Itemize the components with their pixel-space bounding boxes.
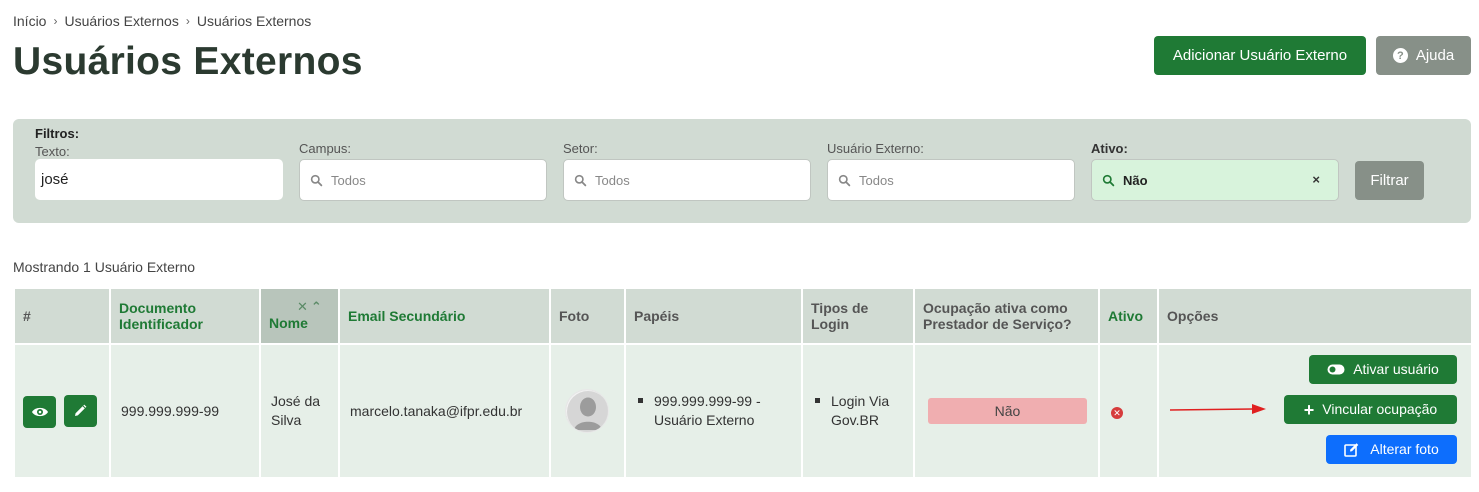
edit-square-icon	[1344, 443, 1359, 457]
remove-sort-icon[interactable]: ✕	[297, 299, 311, 314]
col-nome[interactable]: ✕⌃ Nome	[261, 289, 338, 343]
filters-panel: Filtros: Texto: josé Campus: Todos Setor…	[13, 119, 1471, 223]
chevron-up-icon[interactable]: ⌃	[311, 299, 325, 314]
filter-button[interactable]: Filtrar	[1355, 161, 1424, 200]
table-row: 999.999.999-99 José da Silva marcelo.tan…	[15, 345, 1471, 477]
setor-filter-label: Setor:	[563, 141, 598, 156]
breadcrumb: Início › Usuários Externos › Usuários Ex…	[13, 13, 311, 29]
add-external-user-button[interactable]: Adicionar Usuário Externo	[1154, 36, 1366, 75]
ativo-filter-value: Não	[1123, 172, 1148, 188]
link-occupation-button[interactable]: + Vincular ocupação	[1284, 395, 1457, 424]
avatar	[565, 389, 609, 433]
user-silhouette-icon	[566, 390, 608, 432]
col-nome-label: Nome	[269, 315, 308, 331]
chevron-right-icon: ›	[53, 14, 58, 28]
ativo-filter-label: Ativo:	[1091, 141, 1128, 156]
email-cell: marcelo.tanaka@ifpr.edu.br	[340, 345, 549, 477]
search-icon	[838, 174, 851, 186]
campus-filter-label: Campus:	[299, 141, 352, 156]
campus-filter-select[interactable]: Todos	[299, 159, 547, 201]
col-tipos-login: Tipos de Login	[803, 289, 913, 343]
results-count: Mostrando 1 Usuário Externo	[13, 259, 196, 275]
campus-filter-placeholder: Todos	[331, 172, 366, 188]
documento-cell: 999.999.999-99	[111, 345, 259, 477]
col-opcoes: Opções	[1159, 289, 1471, 343]
change-photo-button[interactable]: Alterar foto	[1326, 435, 1457, 464]
link-occupation-label: Vincular ocupação	[1322, 401, 1438, 417]
edit-button[interactable]	[63, 394, 97, 427]
breadcrumb-home-link[interactable]: Início	[13, 13, 46, 29]
external-users-table: # Documento Identificador ✕⌃ Nome Email …	[13, 287, 1473, 479]
col-ocupacao: Ocupação ativa como Prestador de Serviço…	[915, 289, 1098, 343]
x-circle-icon: ✕	[1111, 407, 1123, 419]
row-actions-cell	[15, 345, 109, 477]
page-title: Usuários Externos	[13, 40, 363, 83]
ativo-cell: ✕	[1100, 345, 1157, 477]
usuario-externo-filter-select[interactable]: Todos	[827, 159, 1075, 201]
col-ativo[interactable]: Ativo	[1100, 289, 1157, 343]
col-documento[interactable]: Documento Identificador	[111, 289, 259, 343]
sort-controls[interactable]: ✕⌃	[297, 299, 325, 315]
activate-user-label: Ativar usuário	[1353, 361, 1439, 377]
help-button[interactable]: ? Ajuda	[1376, 36, 1471, 75]
col-email[interactable]: Email Secundário	[340, 289, 549, 343]
list-item: Login Via Gov.BR	[813, 392, 903, 430]
foto-cell	[551, 345, 624, 477]
usuario-externo-filter-label: Usuário Externo:	[827, 141, 924, 156]
usuario-externo-filter-placeholder: Todos	[859, 172, 894, 188]
search-icon	[310, 174, 323, 186]
setor-filter-select[interactable]: Todos	[563, 159, 811, 201]
setor-filter-placeholder: Todos	[595, 172, 630, 188]
tipos-login-cell: Login Via Gov.BR	[803, 345, 913, 477]
question-circle-icon: ?	[1392, 48, 1408, 63]
texto-filter-input[interactable]: josé	[35, 159, 283, 200]
list-item: 999.999.999-99 - Usuário Externo	[636, 392, 791, 430]
texto-filter-label: Texto:	[35, 144, 70, 159]
col-foto: Foto	[551, 289, 624, 343]
status-badge: Não	[928, 398, 1087, 424]
search-icon	[574, 174, 587, 186]
ocupacao-cell: Não	[915, 345, 1098, 477]
nome-cell: José da Silva	[261, 345, 338, 477]
col-papeis: Papéis	[626, 289, 801, 343]
eye-icon	[31, 407, 48, 416]
activate-user-button[interactable]: Ativar usuário	[1309, 355, 1457, 384]
clear-icon[interactable]: ×	[1312, 172, 1320, 187]
toggle-icon	[1327, 364, 1345, 375]
breadcrumb-current: Usuários Externos	[196, 13, 312, 29]
opcoes-cell: Ativar usuário + Vincular ocupação Alter…	[1159, 345, 1471, 477]
col-hash: #	[15, 289, 109, 343]
pencil-icon	[75, 404, 87, 416]
help-button-label: Ajuda	[1415, 47, 1455, 64]
filters-title: Filtros:	[35, 126, 80, 141]
search-icon	[1102, 174, 1115, 186]
papeis-cell: 999.999.999-99 - Usuário Externo	[626, 345, 801, 477]
ativo-filter-select[interactable]: Não ×	[1091, 159, 1339, 201]
view-button[interactable]	[23, 395, 56, 428]
change-photo-label: Alterar foto	[1370, 441, 1439, 457]
chevron-right-icon: ›	[185, 14, 190, 28]
plus-icon: +	[1303, 399, 1315, 420]
breadcrumb-external-users-link[interactable]: Usuários Externos	[64, 13, 178, 29]
table-header-row: # Documento Identificador ✕⌃ Nome Email …	[15, 289, 1471, 343]
arrow-right-icon	[1169, 404, 1266, 414]
